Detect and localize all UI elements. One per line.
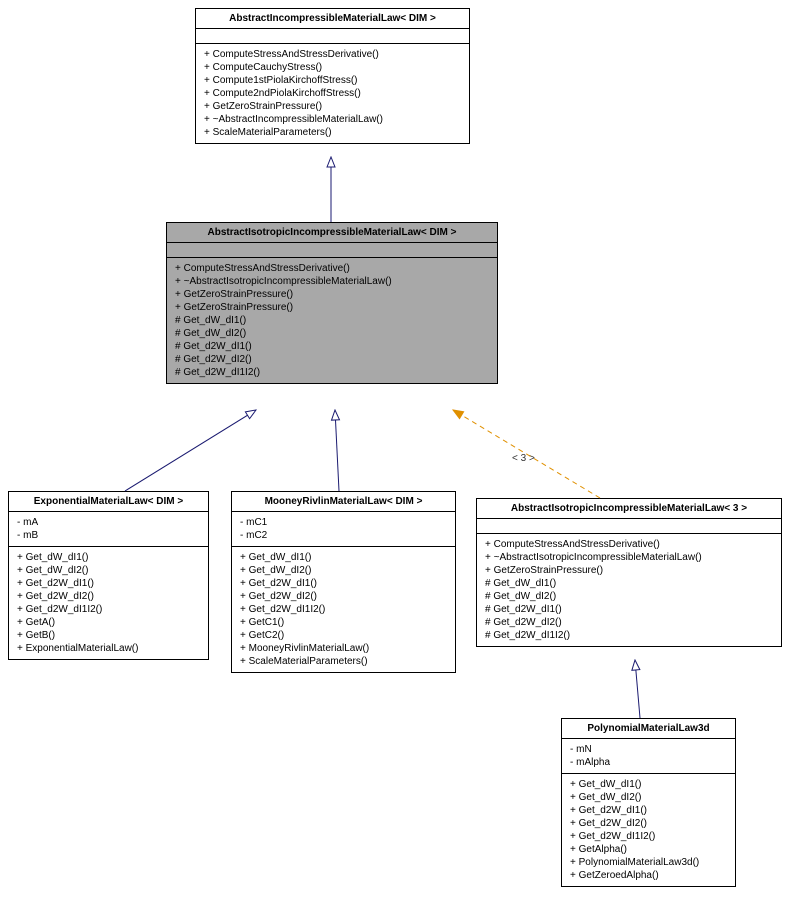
class-method: + GetB()	[17, 629, 200, 642]
class-attrs: - mA- mB	[9, 512, 208, 547]
class-method: + Get_d2W_dI1I2()	[17, 603, 200, 616]
class-attr: - mC1	[240, 516, 447, 529]
class-method: + ComputeStressAndStressDerivative()	[485, 538, 773, 551]
class-method: + ComputeStressAndStressDerivative()	[175, 262, 489, 275]
class-method: + ScaleMaterialParameters()	[240, 655, 447, 668]
class-method: + ComputeCauchyStress()	[204, 61, 461, 74]
class-methods: + Get_dW_dI1()+ Get_dW_dI2()+ Get_d2W_dI…	[232, 547, 455, 672]
class-attrs	[196, 29, 469, 44]
class-method: # Get_dW_dI1()	[175, 314, 489, 327]
class-method: + Get_dW_dI1()	[570, 778, 727, 791]
class-method: + GetZeroStrainPressure()	[485, 564, 773, 577]
class-attrs: - mN- mAlpha	[562, 739, 735, 774]
class-title: ExponentialMaterialLaw< DIM >	[9, 492, 208, 512]
class-method: + Compute2ndPiolaKirchoffStress()	[204, 87, 461, 100]
class-abstract-isotropic-3[interactable]: AbstractIsotropicIncompressibleMaterialL…	[476, 498, 782, 647]
class-methods: + Get_dW_dI1()+ Get_dW_dI2()+ Get_d2W_dI…	[562, 774, 735, 886]
class-method: + Get_dW_dI1()	[17, 551, 200, 564]
class-method: + GetZeroStrainPressure()	[175, 301, 489, 314]
class-method: + GetZeroedAlpha()	[570, 869, 727, 882]
class-method: + Get_dW_dI2()	[17, 564, 200, 577]
class-method: + Get_d2W_dI1I2()	[240, 603, 447, 616]
class-method: + ComputeStressAndStressDerivative()	[204, 48, 461, 61]
class-method: # Get_d2W_dI2()	[485, 616, 773, 629]
class-method: # Get_d2W_dI2()	[175, 353, 489, 366]
class-method: # Get_d2W_dI1I2()	[485, 629, 773, 642]
class-method: + Compute1stPiolaKirchoffStress()	[204, 74, 461, 87]
class-attrs	[167, 243, 497, 258]
class-attr: - mB	[17, 529, 200, 542]
class-method: + PolynomialMaterialLaw3d()	[570, 856, 727, 869]
class-method: + Get_d2W_dI1()	[17, 577, 200, 590]
class-attr: - mC2	[240, 529, 447, 542]
class-method: + ~AbstractIsotropicIncompressibleMateri…	[175, 275, 489, 288]
class-attr: - mN	[570, 743, 727, 756]
class-methods: + ComputeStressAndStressDerivative()+ ~A…	[167, 258, 497, 383]
class-method: + Get_dW_dI2()	[240, 564, 447, 577]
class-method: # Get_d2W_dI1()	[485, 603, 773, 616]
class-exponential[interactable]: ExponentialMaterialLaw< DIM > - mA- mB +…	[8, 491, 209, 660]
edge-generalization	[335, 410, 339, 491]
class-method: + GetAlpha()	[570, 843, 727, 856]
class-method: + Get_d2W_dI1()	[240, 577, 447, 590]
class-attrs: - mC1- mC2	[232, 512, 455, 547]
class-method: + GetA()	[17, 616, 200, 629]
class-method: + Get_d2W_dI2()	[17, 590, 200, 603]
class-method: + GetC2()	[240, 629, 447, 642]
class-title: AbstractIsotropicIncompressibleMaterialL…	[477, 499, 781, 519]
class-method: + ~AbstractIncompressibleMaterialLaw()	[204, 113, 461, 126]
class-method: + ExponentialMaterialLaw()	[17, 642, 200, 655]
class-abstract-incompressible[interactable]: AbstractIncompressibleMaterialLaw< DIM >…	[195, 8, 470, 144]
class-title: AbstractIsotropicIncompressibleMaterialL…	[167, 223, 497, 243]
class-method: # Get_d2W_dI1I2()	[175, 366, 489, 379]
class-method: + Get_d2W_dI1I2()	[570, 830, 727, 843]
class-method: + ~AbstractIsotropicIncompressibleMateri…	[485, 551, 773, 564]
class-method: + Get_d2W_dI1()	[570, 804, 727, 817]
class-mooney[interactable]: MooneyRivlinMaterialLaw< DIM > - mC1- mC…	[231, 491, 456, 673]
class-method: # Get_dW_dI1()	[485, 577, 773, 590]
class-methods: + ComputeStressAndStressDerivative()+ Co…	[196, 44, 469, 143]
class-method: + Get_dW_dI2()	[570, 791, 727, 804]
class-methods: + ComputeStressAndStressDerivative()+ ~A…	[477, 534, 781, 646]
class-title: MooneyRivlinMaterialLaw< DIM >	[232, 492, 455, 512]
class-method: + GetZeroStrainPressure()	[175, 288, 489, 301]
class-method: # Get_d2W_dI1()	[175, 340, 489, 353]
class-method: # Get_dW_dI2()	[485, 590, 773, 603]
class-method: + Get_d2W_dI2()	[240, 590, 447, 603]
class-method: + GetZeroStrainPressure()	[204, 100, 461, 113]
class-method: + Get_dW_dI1()	[240, 551, 447, 564]
class-method: # Get_dW_dI2()	[175, 327, 489, 340]
edge-label-3: < 3 >	[512, 453, 535, 464]
class-polynomial[interactable]: PolynomialMaterialLaw3d - mN- mAlpha + G…	[561, 718, 736, 887]
class-method: + Get_d2W_dI2()	[570, 817, 727, 830]
class-attr: - mAlpha	[570, 756, 727, 769]
edge-generalization	[635, 660, 640, 718]
class-title: PolynomialMaterialLaw3d	[562, 719, 735, 739]
class-attrs	[477, 519, 781, 534]
class-method: + ScaleMaterialParameters()	[204, 126, 461, 139]
class-title: AbstractIncompressibleMaterialLaw< DIM >	[196, 9, 469, 29]
class-attr: - mA	[17, 516, 200, 529]
class-abstract-isotropic[interactable]: AbstractIsotropicIncompressibleMaterialL…	[166, 222, 498, 384]
class-method: + MooneyRivlinMaterialLaw()	[240, 642, 447, 655]
edge-generalization	[125, 410, 256, 491]
class-method: + GetC1()	[240, 616, 447, 629]
class-methods: + Get_dW_dI1()+ Get_dW_dI2()+ Get_d2W_dI…	[9, 547, 208, 659]
